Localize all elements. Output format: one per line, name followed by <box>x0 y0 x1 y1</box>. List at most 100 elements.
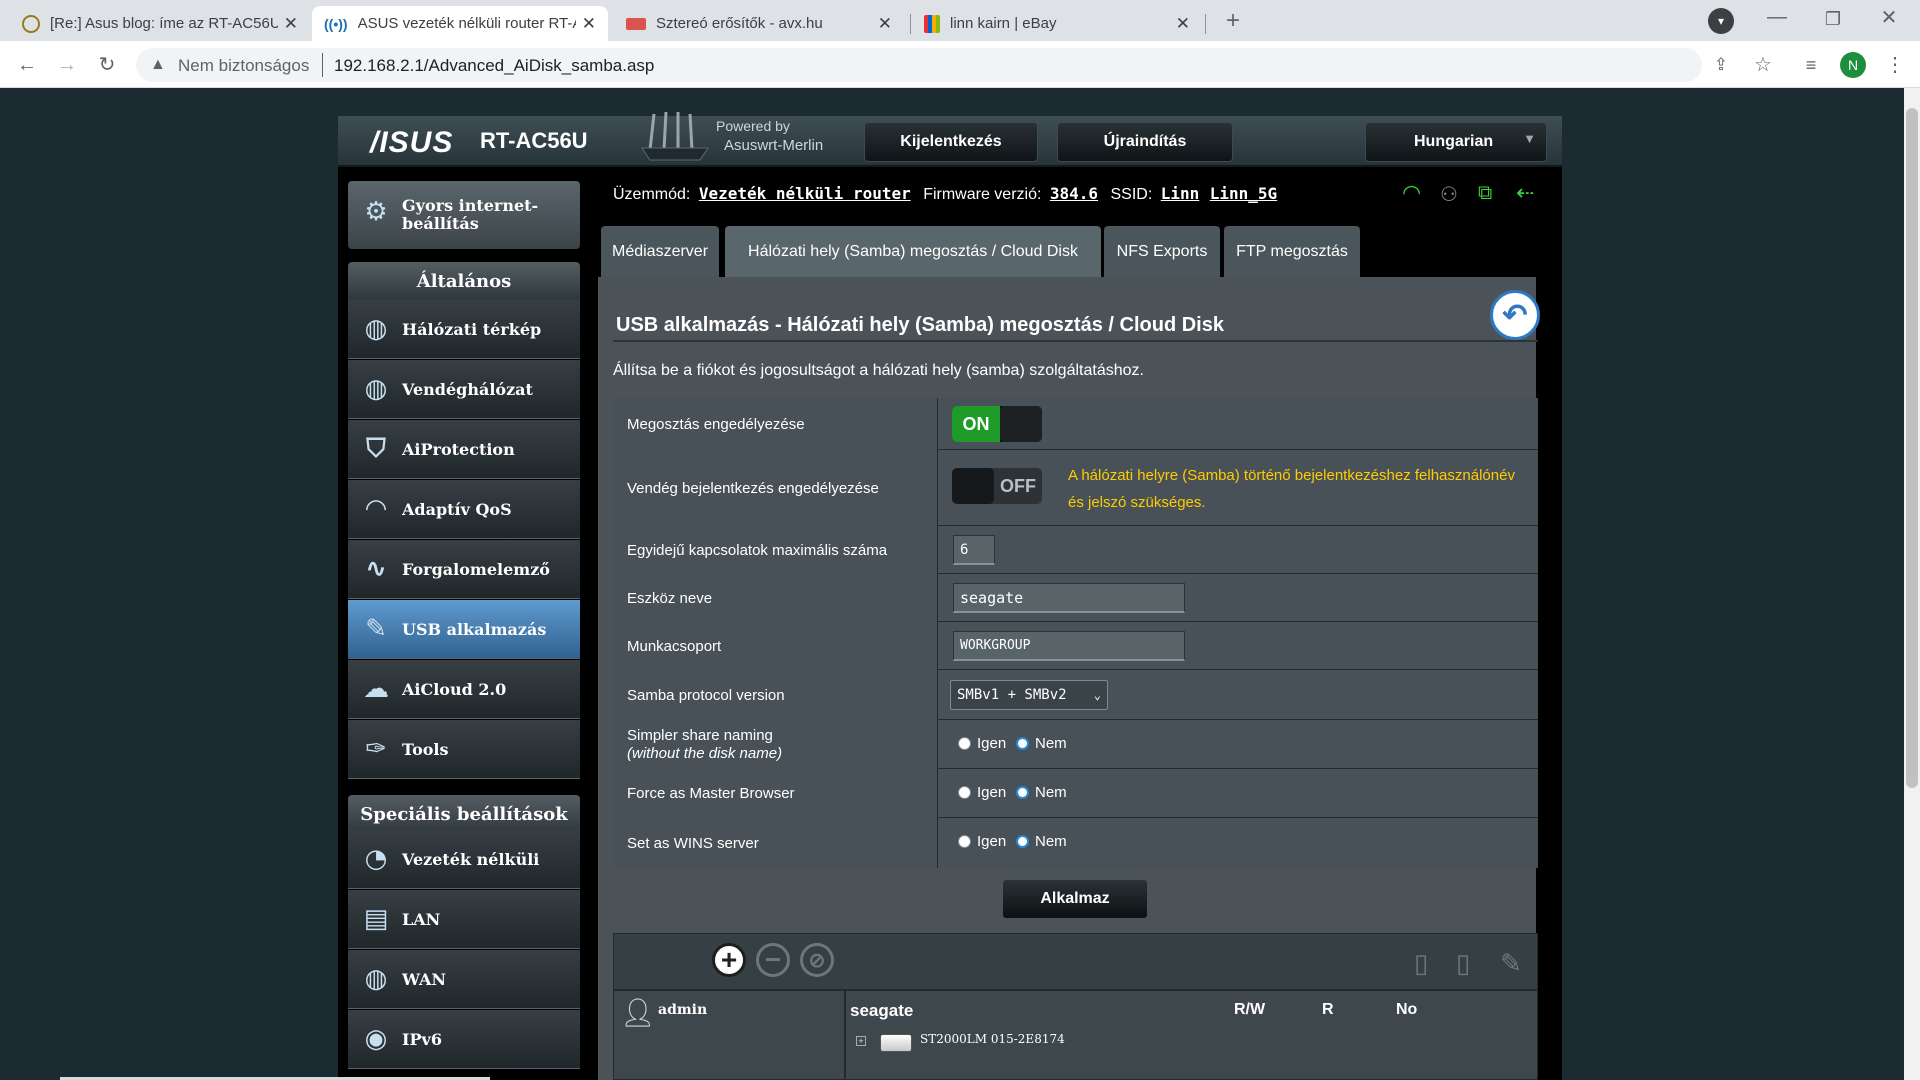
close-icon[interactable]: ✕ <box>582 14 596 34</box>
sidebar-item-guest-network[interactable]: ◍ Vendéghálózat <box>348 360 580 419</box>
sidebar-item-label: USB alkalmazás <box>402 619 547 639</box>
back-icon[interactable]: ← <box>12 50 42 80</box>
browser-tab-4[interactable]: linn kairn | eBay ✕ <box>912 6 1202 41</box>
radio-checked <box>1016 737 1029 750</box>
minimize-icon[interactable]: — <box>1762 2 1792 32</box>
scrollbar-thumb[interactable] <box>1906 108 1918 788</box>
browser-tab-3[interactable]: Sztereó erősítők - avx.hu ✕ <box>614 6 904 41</box>
apply-button[interactable]: Alkalmaz <box>1002 879 1148 919</box>
reload-icon[interactable]: ↻ <box>92 50 122 80</box>
delete-folder-icon[interactable]: ▯ <box>1456 948 1470 979</box>
disk-name[interactable]: ST2000LM 015-2E8174 <box>920 1032 1065 1046</box>
rename-folder-icon[interactable]: ✎ <box>1500 948 1522 979</box>
cloud-icon: ☁ <box>363 674 389 704</box>
ipv6-icon: ◉ <box>364 1024 388 1054</box>
restore-icon[interactable]: ❐ <box>1818 4 1848 34</box>
radio-label: Nem <box>1035 833 1067 850</box>
sidebar-item-wan[interactable]: ◍ WAN <box>348 950 580 1009</box>
add-folder-icon[interactable]: ▯ <box>1414 948 1428 979</box>
close-icon[interactable]: ✕ <box>1176 14 1190 34</box>
reboot-button[interactable]: Újraindítás <box>1057 122 1233 162</box>
sidebar-item-traffic[interactable]: ∿ Forgalomelemző <box>348 540 580 599</box>
tab-title: Sztereó erősítők - avx.hu <box>656 15 823 32</box>
account-toolbar <box>613 933 1538 990</box>
col-no: No <box>1396 1001 1418 1018</box>
col-r: R <box>1322 1001 1334 1018</box>
wins-no[interactable]: Nem <box>1016 833 1067 850</box>
ssid-5g[interactable]: Linn_5G <box>1210 184 1277 203</box>
fw-link[interactable]: 384.6 <box>1050 184 1098 203</box>
back-arrow-icon[interactable]: ↶ <box>1490 290 1540 340</box>
sidebar-item-usb[interactable]: ✎ USB alkalmazás <box>348 600 580 659</box>
device-name-input[interactable]: seagate <box>953 583 1185 613</box>
clients-icon[interactable]: ⚇ <box>1440 182 1458 207</box>
tab-ftp[interactable]: FTP megosztás <box>1224 226 1360 277</box>
profile-avatar[interactable]: N <box>1840 52 1866 78</box>
samba-protocol-select[interactable]: SMBv1 + SMBv2 ⌄ <box>950 680 1108 710</box>
firmware-brand: Asuswrt-Merlin <box>724 137 824 154</box>
sidebar-item-qos[interactable]: ◠ Adaptív QoS <box>348 480 580 539</box>
share-enable-label: Megosztás engedélyezése <box>613 398 938 450</box>
mode-link[interactable]: Vezeték nélküli router <box>699 184 911 203</box>
page-title: USB alkalmazás - Hálózati hely (Samba) m… <box>616 314 1224 336</box>
simpler-naming-yes[interactable]: Igen <box>958 735 1006 752</box>
wins-yes[interactable]: Igen <box>958 833 1006 850</box>
share-enable-toggle[interactable]: ON <box>952 406 1042 442</box>
forward-icon[interactable]: → <box>52 50 82 80</box>
radio-unchecked <box>958 737 971 750</box>
add-account-icon[interactable]: + <box>712 943 746 977</box>
language-select[interactable]: Hungarian ▼ <box>1365 122 1547 162</box>
workgroup-input[interactable]: WORKGROUP <box>953 631 1185 661</box>
bag-icon <box>924 14 940 33</box>
usb-status-icon[interactable]: ⇠ <box>1516 180 1534 206</box>
sidebar-item-tools[interactable]: ✑ Tools <box>348 720 580 779</box>
close-icon[interactable]: ✕ <box>284 14 298 34</box>
browser-tab-2[interactable]: ((•)) ASUS vezeték nélküli router RT-A ✕ <box>312 6 608 41</box>
sidebar-item-wireless[interactable]: ◔ Vezeték nélküli <box>348 830 580 889</box>
tab-samba[interactable]: Hálózati hely (Samba) megosztás / Cloud … <box>725 226 1101 277</box>
quick-setup-button[interactable]: ⚙ Gyors internet-beállítás <box>348 181 580 249</box>
tab-search-icon[interactable]: ▾ <box>1708 8 1734 34</box>
sidebar-item-label: Hálózati térkép <box>402 319 542 339</box>
divider <box>322 53 323 77</box>
simpler-naming-no[interactable]: Nem <box>1016 735 1067 752</box>
sidebar-item-label: IPv6 <box>402 1029 442 1049</box>
share-icon[interactable]: ⇪ <box>1706 50 1736 80</box>
close-window-icon[interactable]: ✕ <box>1874 3 1904 33</box>
tab-media-server[interactable]: Médiaszerver <box>601 226 719 277</box>
url-text[interactable]: 192.168.2.1/Advanced_AiDisk_samba.asp <box>334 56 654 76</box>
traffic-analyzer-icon: ∿ <box>365 554 387 584</box>
reading-list-icon[interactable]: ≡ <box>1796 50 1826 80</box>
close-icon[interactable]: ✕ <box>878 14 892 34</box>
new-tab-icon[interactable]: + <box>1218 6 1248 36</box>
bookmark-star-icon[interactable]: ☆ <box>1748 50 1778 80</box>
globe-icon: ◍ <box>364 964 388 994</box>
network-status-icon[interactable]: ⧉ <box>1478 182 1492 205</box>
wrench-icon: ✑ <box>365 734 387 764</box>
edit-account-icon[interactable]: ⊘ <box>800 943 834 977</box>
remove-account-icon[interactable]: − <box>756 943 790 977</box>
menu-dots-icon[interactable]: ⋮ <box>1880 50 1910 80</box>
sidebar-item-aiprotection[interactable]: ⛉ AiProtection <box>348 420 580 479</box>
disk-icon <box>880 1034 912 1052</box>
sidebar-item-aicloud[interactable]: ☁ AiCloud 2.0 <box>348 660 580 719</box>
sidebar-item-network-map[interactable]: ◍ Hálózati térkép <box>348 300 580 359</box>
warning-icon[interactable]: ▲ <box>150 56 166 74</box>
guest-login-toggle[interactable]: OFF <box>952 468 1042 504</box>
tab-nfs[interactable]: NFS Exports <box>1104 226 1220 277</box>
logout-button[interactable]: Kijelentkezés <box>864 122 1038 162</box>
max-connections-input[interactable]: 6 <box>953 535 995 565</box>
wins-label: Set as WINS server <box>613 818 938 868</box>
browser-tab-1[interactable]: [Re:] Asus blog: íme az RT-AC56U ✕ <box>10 6 310 41</box>
ssid-24[interactable]: Linn <box>1161 184 1200 203</box>
sidebar-item-lan[interactable]: ▤ LAN <box>348 890 580 949</box>
expand-icon[interactable]: + <box>856 1036 866 1046</box>
radio-label: Nem <box>1035 784 1067 801</box>
security-label[interactable]: Nem biztonságos <box>178 56 309 76</box>
sidebar-item-ipv6[interactable]: ◉ IPv6 <box>348 1010 580 1069</box>
master-browser-no[interactable]: Nem <box>1016 784 1067 801</box>
account-name[interactable]: admin <box>658 1002 707 1018</box>
master-browser-yes[interactable]: Igen <box>958 784 1006 801</box>
wifi-status-icon[interactable]: ◠ <box>1402 180 1421 206</box>
guest-login-note: A hálózati helyre (Samba) történő bejele… <box>1068 467 1515 511</box>
